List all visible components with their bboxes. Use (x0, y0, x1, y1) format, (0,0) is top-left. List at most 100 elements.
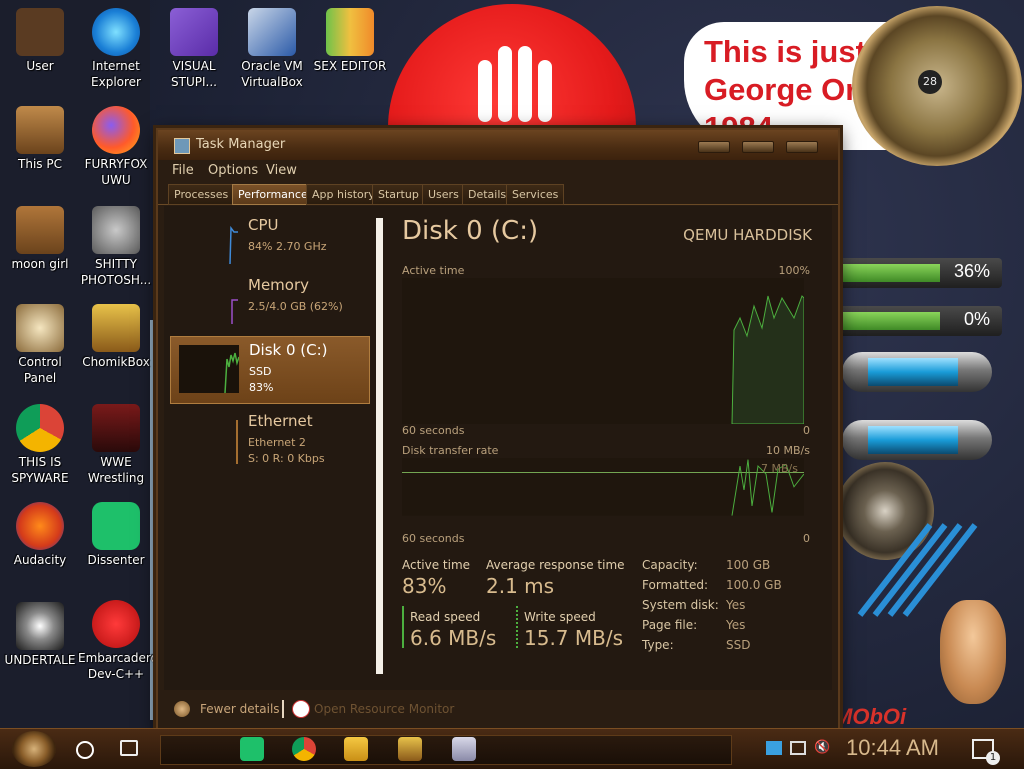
tray-window-icon[interactable] (766, 741, 782, 755)
unity-icon (16, 602, 64, 650)
volume-muted-icon[interactable]: 🔇 (814, 741, 830, 755)
desktop-icon-wwe[interactable]: WWE Wrestling (78, 404, 154, 486)
desktop-icon-gimp[interactable]: SHITTY PHOTOSH... (78, 206, 154, 288)
desktop-icon-hex-editor[interactable]: SEX EDITOR (312, 8, 388, 74)
page-file-label: Page file: (642, 618, 698, 632)
sidebar-item-memory[interactable]: Memory 2.5/4.0 GB (62%) (170, 272, 368, 338)
close-button[interactable] (786, 141, 818, 153)
tab-startup[interactable]: Startup (372, 184, 425, 205)
desktop-icon-firefox[interactable]: FURRYFOX UWU (78, 106, 154, 188)
tab-app-history[interactable]: App history (306, 184, 381, 205)
desktop-icon-label: moon girl (11, 257, 69, 271)
formatted-value: 100.0 GB (726, 578, 782, 592)
notification-center-icon[interactable]: 1 (972, 739, 1000, 765)
desktop-icon-virtualbox[interactable]: Oracle VM VirtualBox (234, 8, 310, 90)
hxd-icon (326, 8, 374, 56)
taskbar-photos-icon[interactable] (452, 737, 476, 761)
menu-options[interactable]: Options (208, 163, 258, 178)
desktop-icon-label: VISUAL STUPI... (171, 59, 217, 89)
task-view-icon[interactable] (120, 740, 138, 756)
sidebar-item-cpu[interactable]: CPU 84% 2.70 GHz (170, 212, 368, 278)
title-bar[interactable]: Task Manager (158, 130, 838, 160)
tab-services[interactable]: Services (506, 184, 565, 205)
taskbar-clock[interactable]: 10:44 AM (846, 735, 939, 761)
sidebar-item-ethernet[interactable]: Ethernet Ethernet 2 S: 0 R: 0 Kbps (170, 408, 368, 474)
edge-icon (92, 8, 140, 56)
panel-splitter[interactable] (376, 218, 383, 674)
tab-details[interactable]: Details (462, 184, 513, 205)
desktop-icon-devcpp[interactable]: Embarcadero Dev-C++ (78, 600, 158, 682)
cpu-mini-graph (229, 225, 238, 265)
tube-widget-2 (842, 420, 992, 460)
desktop-icon-this-pc[interactable]: This PC (2, 106, 78, 172)
chart2-mid: 7 MB/s (761, 462, 798, 475)
taskbar-file-explorer-icon[interactable] (344, 737, 368, 761)
formatted-label: Formatted: (642, 578, 709, 592)
page-file-value: Yes (726, 618, 746, 632)
chart2-x-right: 0 (803, 532, 810, 545)
ethernet-adapter: Ethernet 2 (248, 436, 306, 449)
chart1-max: 100% (778, 264, 810, 277)
minimize-button[interactable] (698, 141, 730, 153)
moon-girl-folder-icon (16, 206, 64, 254)
detail-title: Disk 0 (C:) (402, 216, 539, 246)
menu-view[interactable]: View (266, 163, 297, 178)
capacity-value: 100 GB (726, 558, 771, 572)
sidebar-item-disk-0[interactable]: Disk 0 (C:) SSD 83% (170, 336, 370, 404)
desktop-icon-control-panel[interactable]: Control Panel (2, 304, 78, 386)
tab-performance[interactable]: Performance (232, 184, 314, 205)
desktop-icon-label: User (26, 59, 54, 73)
desktop-icon-user[interactable]: User (2, 8, 78, 74)
resource-monitor-icon[interactable] (292, 700, 310, 718)
disk-type: SSD (249, 365, 272, 378)
chart1-label: Active time (402, 264, 465, 277)
taskbar-chomikbox-icon[interactable] (398, 737, 422, 761)
taskbar-dissenter-icon[interactable] (240, 737, 264, 761)
desktop-icon-label: Control Panel (18, 355, 62, 385)
fewer-details-icon[interactable] (174, 701, 190, 717)
desktop-icon-label: UNDERTALE (4, 653, 76, 667)
ethernet-label: Ethernet (248, 412, 313, 430)
desktop-icon-visual-studio[interactable]: VISUAL STUPI... (156, 8, 232, 90)
desktop-icon-label: SEX EDITOR (313, 59, 387, 73)
menu-file[interactable]: File (172, 163, 194, 178)
tab-processes[interactable]: Processes (168, 184, 235, 205)
memory-usage: 2.5/4.0 GB (62%) (248, 300, 343, 313)
maximize-button[interactable] (742, 141, 774, 153)
virtualbox-icon (248, 8, 296, 56)
open-resource-monitor-link[interactable]: Open Resource Monitor (314, 702, 454, 716)
tab-users[interactable]: Users (422, 184, 465, 205)
avg-response-value: 2.1 ms (486, 574, 555, 598)
desktop-icon-label: Internet Explorer (91, 59, 141, 89)
window-footer: Fewer details Open Resource Monitor (158, 690, 838, 730)
write-speed-value: 15.7 MB/s (524, 626, 624, 650)
read-speed-value: 6.6 MB/s (410, 626, 497, 650)
desktop-icon-internet-explorer[interactable]: Internet Explorer (78, 8, 154, 90)
devcpp-icon (92, 600, 140, 648)
visual-studio-icon (170, 8, 218, 56)
write-speed-marker (516, 606, 518, 648)
desktop-icon-label: THIS IS SPYWARE (11, 455, 69, 485)
capacity-label: Capacity: (642, 558, 698, 572)
desktop-icon-chomikbox[interactable]: ChomikBox (78, 304, 154, 370)
start-button[interactable] (12, 731, 56, 767)
desktop-icon-dissenter[interactable]: Dissenter (78, 502, 154, 568)
hamster-image (940, 600, 1006, 704)
performance-panel: CPU 84% 2.70 GHz Memory 2.5/4.0 GB (62%)… (164, 206, 832, 690)
fewer-details-link[interactable]: Fewer details (200, 702, 280, 716)
desktop-icon-undertale[interactable]: UNDERTALE (2, 602, 78, 668)
window-title: Task Manager (196, 137, 286, 152)
taskbar: 🔇 10:44 AM 1 (0, 728, 1024, 769)
firefox-icon (92, 106, 140, 154)
chart2-max: 10 MB/s (766, 444, 810, 457)
taskbar-chrome-icon[interactable] (292, 737, 316, 761)
cpu-usage: 84% 2.70 GHz (248, 240, 327, 253)
cortana-icon[interactable] (76, 741, 94, 759)
desktop-icon-chrome[interactable]: THIS IS SPYWARE (2, 404, 78, 486)
disk-detail-panel: Disk 0 (C:) QEMU HARDDISK Active time 10… (392, 206, 832, 690)
desktop-icon-audacity[interactable]: Audacity (2, 502, 78, 568)
desktop-icon-label: Embarcadero Dev-C++ (78, 651, 158, 681)
network-icon[interactable] (790, 741, 806, 755)
write-speed-label: Write speed (524, 610, 596, 624)
desktop-icon-moon-girl[interactable]: moon girl (2, 206, 78, 272)
